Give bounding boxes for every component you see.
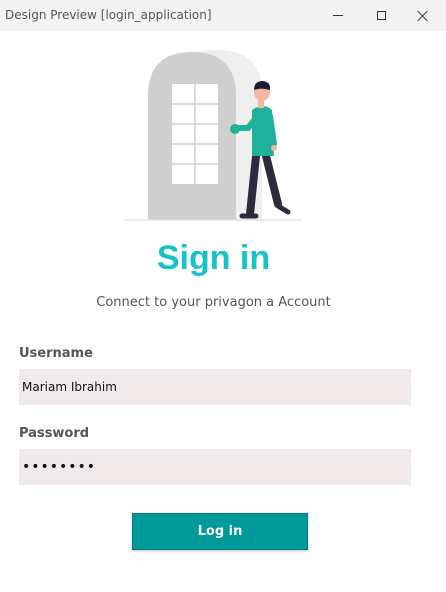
person-opening-door-illustration [124, 50, 302, 221]
maximize-button[interactable] [358, 0, 404, 31]
title-bar: Design Preview [login_application] [0, 0, 446, 31]
password-label: Password [19, 426, 90, 441]
maximize-icon [376, 11, 386, 20]
username-input[interactable] [19, 369, 411, 405]
subtitle: Connect to your privagon a Account [96, 295, 331, 310]
close-icon [417, 10, 429, 22]
minimize-button[interactable] [315, 0, 361, 31]
minimize-icon [333, 15, 343, 16]
window-title: Design Preview [login_application] [5, 8, 212, 22]
page-title: Sign in [156, 239, 271, 277]
username-label: Username [19, 346, 93, 361]
close-button[interactable] [400, 0, 446, 31]
password-input[interactable] [19, 449, 411, 485]
login-button[interactable]: Log in [132, 513, 308, 550]
